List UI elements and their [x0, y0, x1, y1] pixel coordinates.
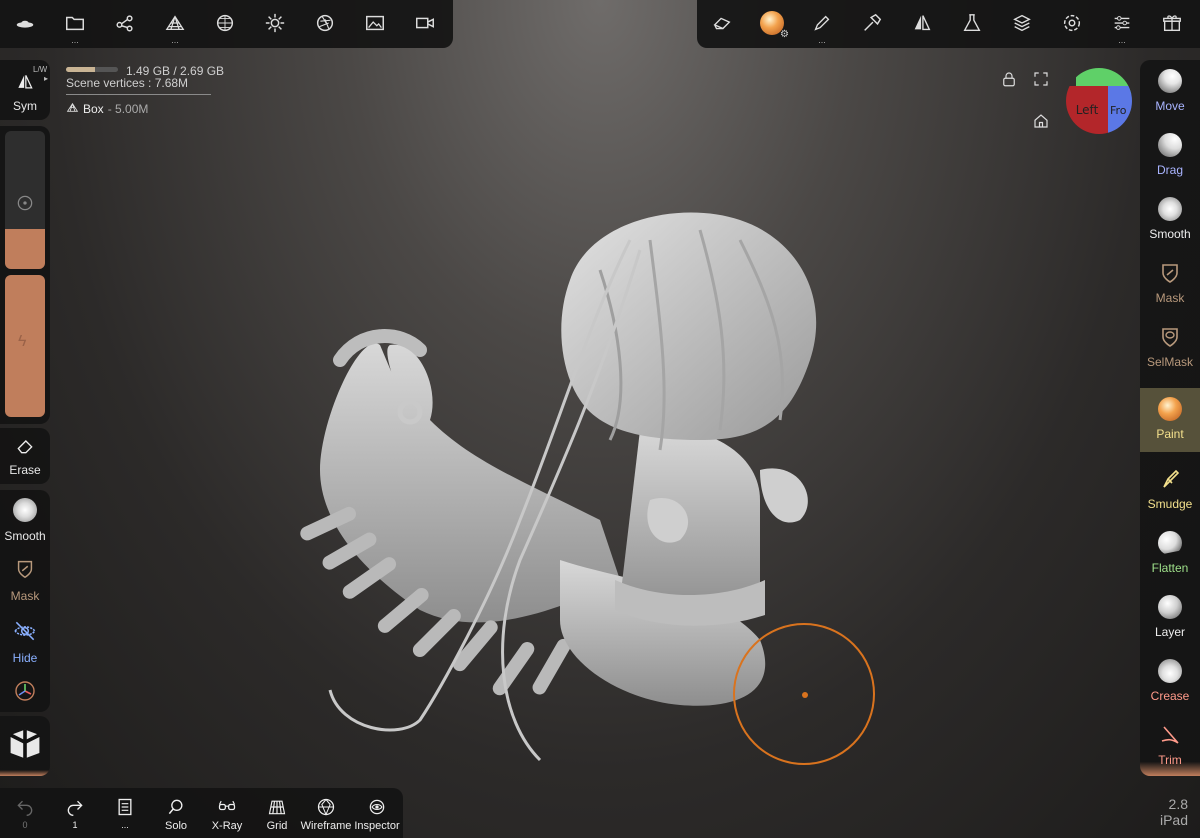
tool-smooth-label: Smooth [1149, 227, 1191, 241]
lock-icon[interactable] [1000, 70, 1020, 90]
tool-flatten-label: Flatten [1151, 561, 1189, 575]
tool-layer-label: Layer [1154, 625, 1186, 639]
tool-move[interactable]: Move [1140, 60, 1200, 122]
viewport-model[interactable] [0, 0, 1200, 838]
glasses-icon [218, 800, 236, 811]
eye-icon [369, 799, 385, 815]
flatten-icon [1155, 528, 1185, 558]
inspector-button[interactable]: Inspector [352, 792, 402, 838]
fullscreen-icon[interactable] [1032, 70, 1052, 90]
tool-paint-label: Paint [1156, 427, 1184, 441]
solo-button[interactable]: Solo [150, 792, 202, 838]
inspector-label: Inspector [354, 820, 400, 832]
gizmo-left-label: Left [1075, 103, 1099, 117]
smudge-icon [1155, 464, 1185, 494]
smooth-icon [1155, 194, 1185, 224]
paint-icon [1155, 394, 1185, 424]
grid-button[interactable]: Grid [252, 792, 302, 838]
gizmo-left-face[interactable]: Left [1066, 86, 1108, 134]
solo-label: Solo [164, 820, 188, 832]
tool-drag[interactable]: Drag [1140, 124, 1200, 186]
tool-smudge-label: Smudge [1147, 497, 1193, 511]
crease-icon [1155, 656, 1185, 686]
tool-selmask-label: SelMask [1146, 355, 1193, 369]
notes-button[interactable]: ... [100, 792, 150, 838]
xray-button[interactable]: X-Ray [202, 792, 252, 838]
tool-crease[interactable]: Crease [1140, 650, 1200, 712]
tool-mask-label: Mask [1155, 291, 1185, 305]
wireframe-icon [317, 798, 335, 816]
undo-icon [17, 800, 33, 816]
selmask-icon [1155, 322, 1185, 352]
wireframe-label: Wireframe [300, 820, 352, 832]
redo-icon [67, 800, 83, 816]
notes-dots: ... [121, 820, 129, 830]
search-icon [168, 799, 183, 815]
undo-count: 0 [22, 820, 28, 830]
sphere-move-icon [1155, 66, 1185, 96]
tool-crease-label: Crease [1150, 689, 1190, 703]
tool-smooth[interactable]: Smooth [1140, 188, 1200, 250]
sphere-drag-icon [1155, 130, 1185, 160]
right-tools-panel: Move Drag Smooth Mask SelMask Paint Smud… [1140, 60, 1200, 776]
grid-icon [268, 800, 286, 815]
trim-icon [1155, 720, 1185, 750]
tool-trim-label: Trim [1158, 753, 1182, 767]
tool-drag-label: Drag [1156, 163, 1183, 177]
tool-layer[interactable]: Layer [1140, 586, 1200, 648]
version-number: 2.8 [1168, 796, 1188, 812]
tool-trim[interactable]: Trim [1140, 714, 1200, 776]
undo-button[interactable]: 0 [0, 792, 50, 838]
redo-count: 1 [72, 820, 78, 830]
redo-button[interactable]: 1 [50, 792, 100, 838]
layer-icon [1155, 592, 1185, 622]
xray-label: X-Ray [211, 820, 243, 832]
tool-flatten[interactable]: Flatten [1140, 522, 1200, 584]
wireframe-button[interactable]: Wireframe [300, 792, 352, 838]
grid-label: Grid [266, 820, 288, 832]
gizmo-front-label: Fro [1110, 103, 1127, 117]
device-name: iPad [1159, 812, 1188, 828]
mask-icon [1155, 258, 1185, 288]
tool-smudge[interactable]: Smudge [1140, 458, 1200, 520]
notes-icon [118, 798, 132, 816]
tool-move-label: Move [1155, 99, 1185, 113]
tool-selmask[interactable]: SelMask [1140, 316, 1200, 378]
home-view-icon[interactable] [1032, 112, 1052, 132]
tool-mask[interactable]: Mask [1140, 252, 1200, 314]
gizmo-front-face[interactable]: Fro [1108, 86, 1132, 134]
brush-cursor-center [802, 692, 808, 698]
creature-head-hair [561, 212, 817, 451]
tool-paint[interactable]: Paint [1140, 388, 1200, 452]
version-label: 2.8 iPad [1160, 796, 1188, 828]
view-cube-gizmo[interactable]: Left Fro [1066, 68, 1132, 134]
